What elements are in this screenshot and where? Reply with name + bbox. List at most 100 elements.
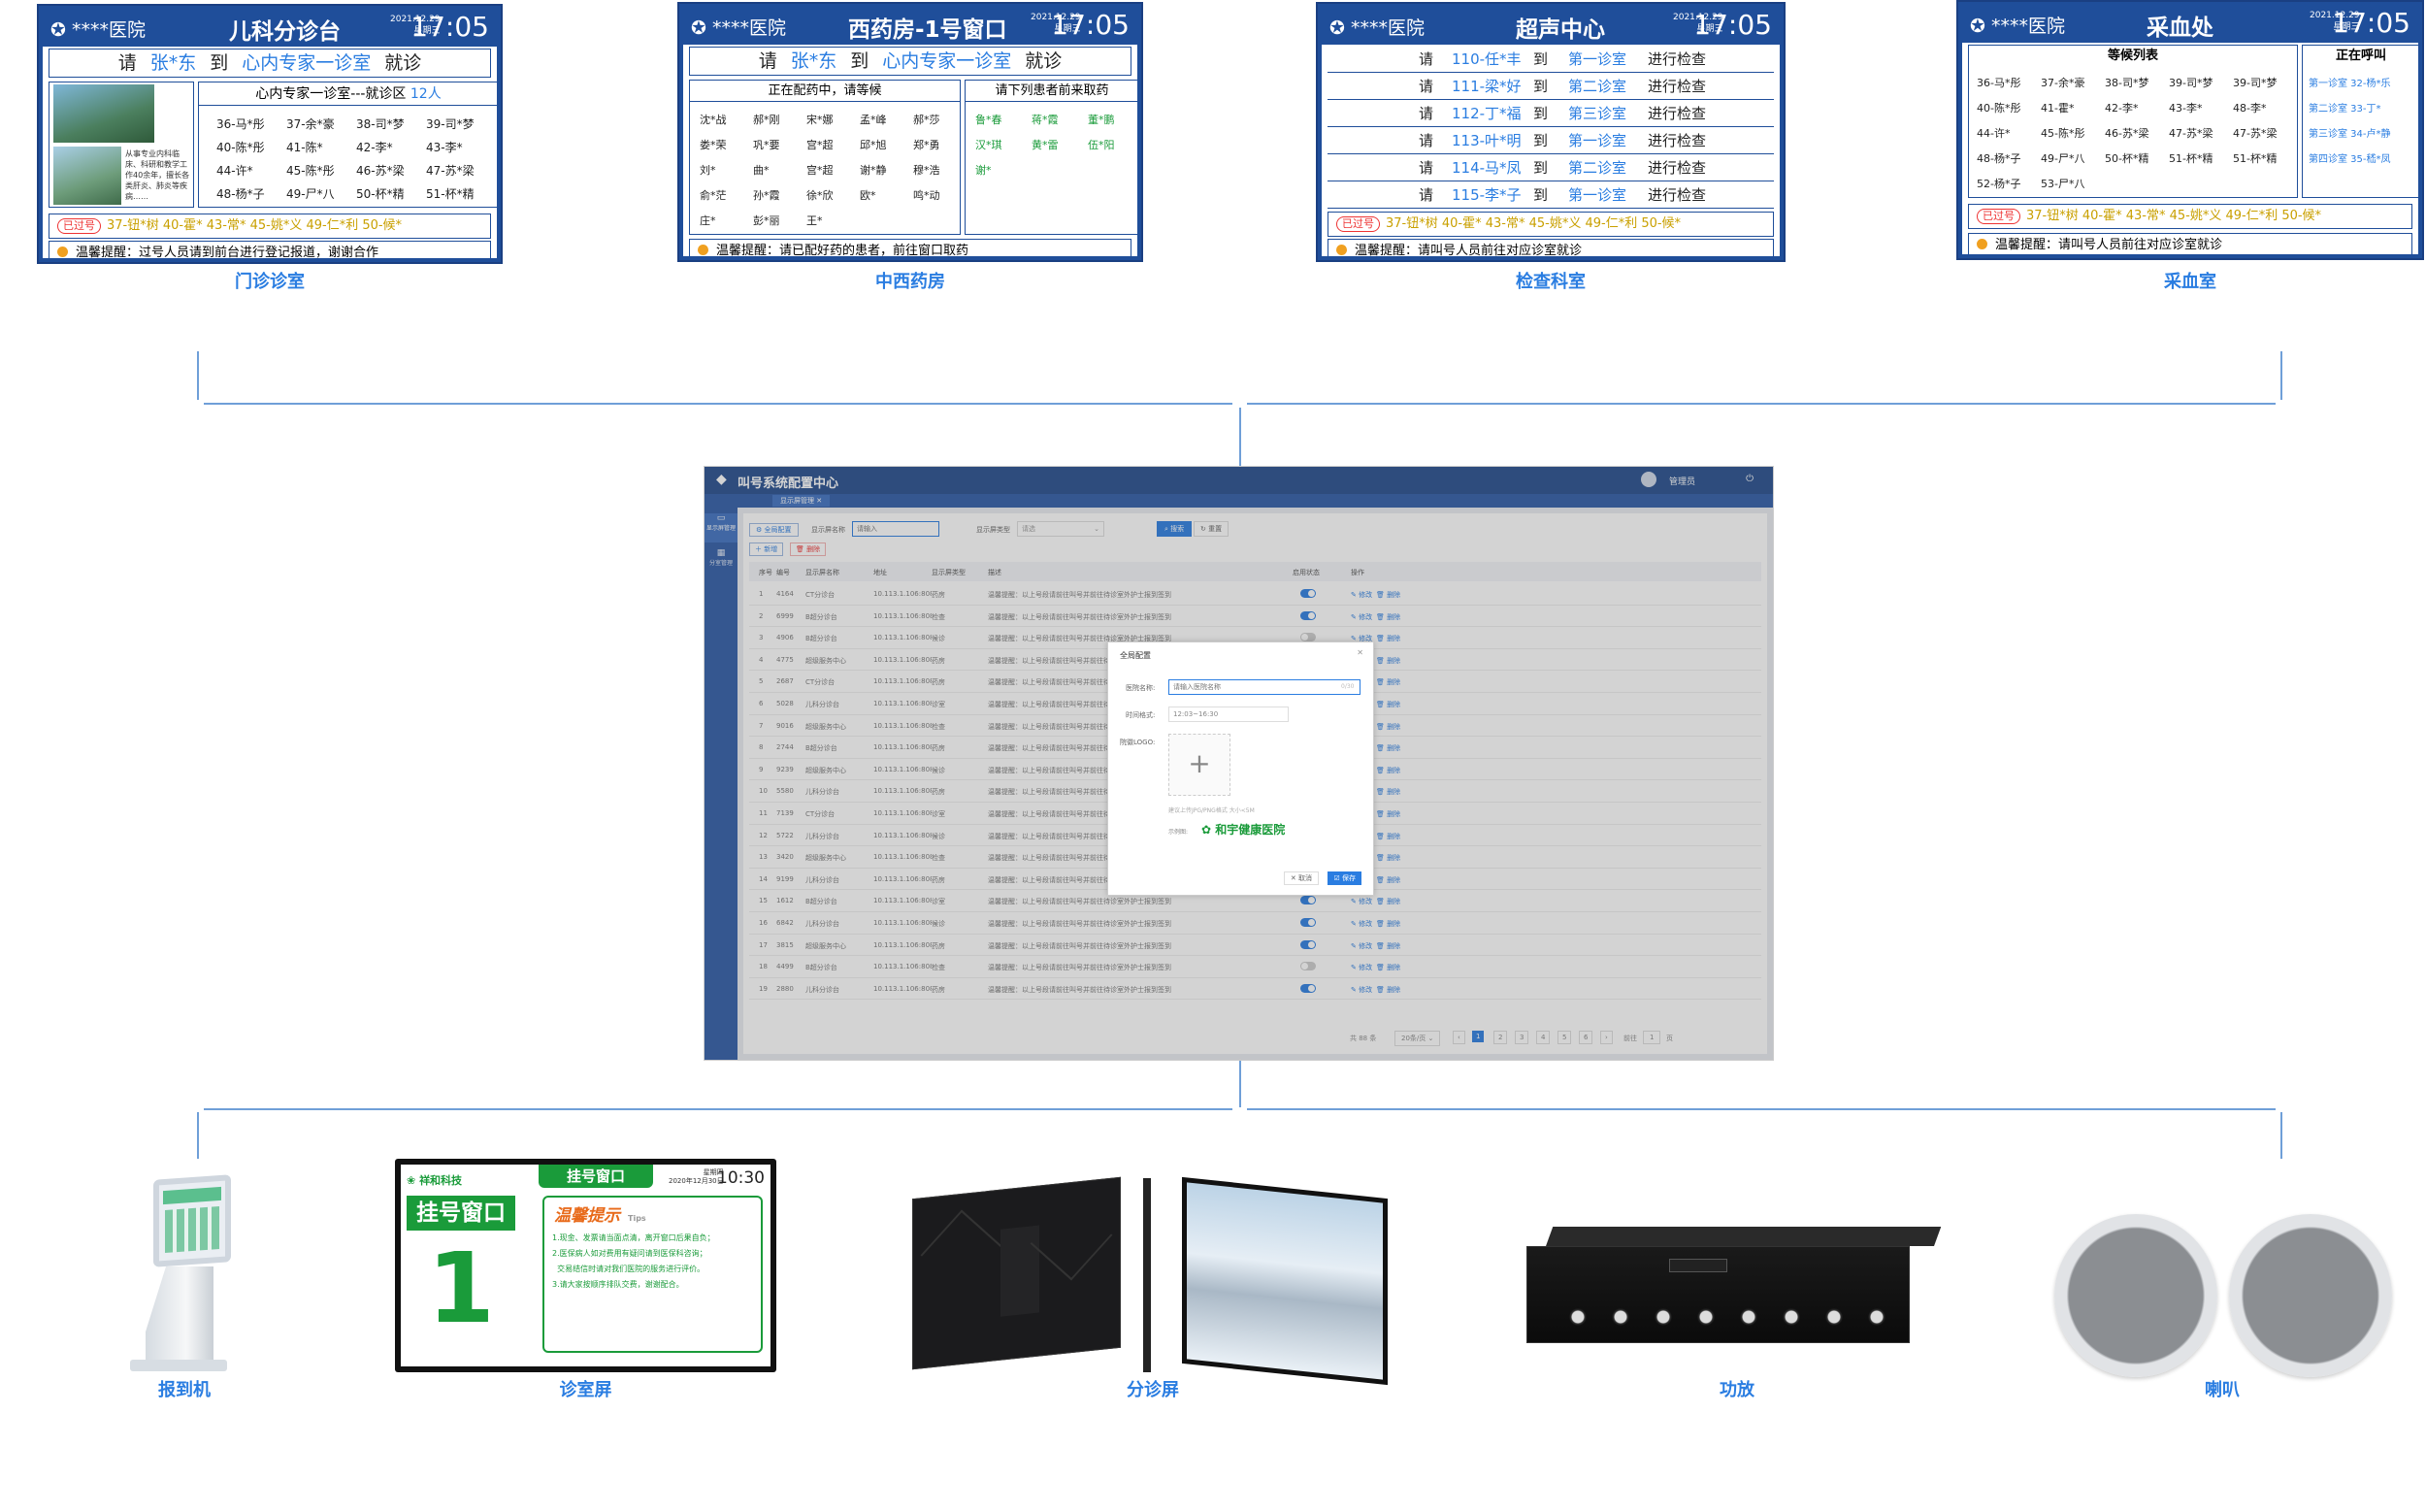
example-label: 示例图:: [1168, 829, 1189, 836]
hospital-name-input[interactable]: [1168, 679, 1361, 695]
exam-status: 进行检查: [1648, 186, 1707, 204]
device-label-kiosk: 报到机: [158, 1380, 211, 1400]
tips-tag: Tips: [628, 1214, 646, 1223]
dispensing-entry: 刘*: [700, 164, 716, 177]
logo-upload-box[interactable]: +: [1168, 734, 1230, 796]
ready-entry: 谢*: [975, 164, 992, 177]
dept-title: 采血处: [2147, 16, 2213, 41]
clock: 17:05: [410, 11, 489, 43]
example-logo: ✿ 和宇健康医院: [1201, 821, 1285, 838]
waiting-entry: 52-杨*子: [1977, 178, 2021, 190]
doctor-photo: [53, 147, 121, 205]
passed-list: 37-钮*树 40-霍* 43-常* 45-姚*义 49-仁*利 50-候*: [107, 218, 403, 233]
pharmacy-display-screen: ✪ ****医院 西药房-1号窗口 2021.12.29 星期三 17:05 请张…: [677, 2, 1143, 262]
call-suffix: 就诊: [1025, 50, 1063, 72]
doctor-card: 从事专业内科临床、科研和教学工作40余年，擅长各类肝炎、肺炎等疾病……: [49, 82, 194, 208]
dispensing-entry: 娄*荣: [700, 139, 727, 151]
logo-label: 院徽LOGO:: [1120, 739, 1156, 746]
global-config-modal: 全局配置 ✕ 医院名称: 0/30 时间格式: 12:03~16:30 院徽LO…: [1107, 641, 1374, 896]
hospital-logo: ✪ ****医院: [1970, 12, 2065, 38]
waiting-entry: 39-司*梦: [2233, 77, 2278, 89]
patient-name: 112-丁*福: [1452, 105, 1522, 122]
calling-entry: 第四诊室 35-嵇*凤: [2309, 154, 2391, 165]
room-screen-title: 挂号窗口: [539, 1165, 653, 1188]
dispensing-entry: 郝*刚: [753, 114, 780, 126]
room-screen-date: 星期四 2020年12月30日: [669, 1168, 724, 1186]
save-button[interactable]: ☑ 保存: [1328, 871, 1361, 885]
exam-call-row: 请 113-叶*明到 第一诊室 进行检查: [1328, 128, 1774, 154]
queue-entry: 38-司*梦: [356, 117, 405, 131]
passed-list: 37-钮*树 40-霍* 43-常* 45-姚*义 49-仁*利 50-候*: [2026, 209, 2322, 223]
waiting-entry: 41-霍*: [2041, 102, 2075, 115]
dispensing-entry: 鸣*动: [913, 189, 940, 202]
call-mid: 到: [1533, 78, 1549, 95]
room-name: 第二诊室: [1568, 159, 1627, 177]
dispensing-entry: 巩*要: [753, 139, 780, 151]
call-suffix: 就诊: [384, 52, 422, 74]
call-mid: 到: [850, 50, 869, 72]
room-screen-clock: 10:30: [717, 1168, 765, 1188]
caption-exam: 检查科室: [1516, 272, 1586, 292]
hospital-icon: ✪: [691, 17, 706, 39]
waiting-entry: 45-陈*彤: [2041, 127, 2085, 140]
call-mid: 到: [1533, 186, 1549, 204]
screen-title-text: 挂号窗口: [566, 1167, 625, 1185]
room-name: 第一诊室: [1568, 186, 1627, 204]
close-icon[interactable]: ✕: [1357, 648, 1363, 657]
dispensing-entry: 彭*丽: [753, 214, 780, 227]
ready-title: 请下列患者前来取药: [966, 81, 1137, 102]
brand-leaf-icon: ❀: [407, 1174, 416, 1187]
ready-entry: 伍*阳: [1088, 139, 1115, 151]
hospital-name-label: 医院名称:: [1126, 684, 1156, 692]
call-prefix: 请: [1419, 159, 1434, 177]
dept-title: 儿科分诊台: [229, 19, 341, 45]
waiting-entry: 51-杯*精: [2169, 152, 2213, 165]
screen-back-view: [912, 1176, 1121, 1370]
amplifier-display: [1669, 1259, 1727, 1272]
room-screen-display: ❀ 祥和科技 挂号窗口 星期四 2020年12月30日 10:30 挂号窗口 1 …: [401, 1165, 770, 1366]
hospital-name: ****医院: [711, 17, 786, 39]
kiosk-base: [130, 1360, 227, 1371]
dispensing-entry: 宫*超: [806, 164, 834, 177]
caption-pharmacy: 中西药房: [875, 272, 945, 292]
waiting-entry: 38-司*梦: [2105, 77, 2149, 89]
dispensing-entry: 宫*超: [806, 139, 834, 151]
waiting-entry: 51-杯*精: [2233, 152, 2278, 165]
cancel-button[interactable]: ✕ 取消: [1283, 871, 1319, 885]
kiosk-screen: [153, 1174, 231, 1267]
time-format-input[interactable]: 12:03~16:30: [1168, 707, 1289, 722]
tip-line: 1.现金、发票请当面点清，离开窗口后果自负；: [552, 1233, 715, 1242]
building-photo: [53, 84, 154, 143]
dispensing-entry: 王*: [806, 214, 823, 227]
queue-count: 12人: [410, 86, 442, 102]
queue-entry: 40-陈*彤: [216, 141, 265, 154]
queue-entry: 47-苏*梁: [426, 164, 475, 178]
exam-status: 进行检查: [1648, 105, 1707, 122]
upload-hint: 建议上传JPG/PNG格式 大小<5M: [1168, 807, 1255, 814]
exam-display-screen: ✪ ****医院 超声中心 2021.12.29 星期三 17:05 请 110-任…: [1316, 2, 1786, 262]
dispensing-entry: 邱*旭: [860, 139, 887, 151]
tip-bar: 温馨提醒：请已配好药的患者，前往窗口取药: [689, 239, 1131, 256]
hospital-logo: ✪ ****医院: [1329, 14, 1425, 40]
clock: 17:05: [1693, 9, 1772, 41]
tips-heading: 温馨提示 Tips: [554, 1201, 646, 1226]
waiting-area: 等候列表 36-马*彤 37-余*豪 38-司*梦 39-司*梦 39-司*梦 40-陈*…: [1968, 45, 2298, 198]
waiting-entry: 53-尸*八: [2041, 178, 2085, 190]
room-name: 第二诊室: [1568, 78, 1627, 95]
queue-entry: 44-许*: [216, 164, 253, 178]
exam-call-row: 请 115-李*子到 第一诊室 进行检查: [1328, 182, 1774, 209]
tip-text: 温馨提醒：请已配好药的患者，前往窗口取药: [716, 244, 969, 256]
window-label: 挂号窗口: [407, 1196, 515, 1231]
queue-entry: 43-李*: [426, 141, 463, 154]
warning-icon: [57, 247, 68, 257]
queue-entry: 36-马*彤: [216, 117, 265, 131]
clock: 17:05: [1051, 9, 1130, 41]
waiting-entry: 42-李*: [2105, 102, 2139, 115]
call-prefix: 请: [1419, 78, 1434, 95]
queue-area: 心内专家一诊室---就诊区 12人 36-马*彤 37-余*豪 38-司*梦 39-司…: [198, 82, 497, 208]
amplifier-knobs: [1566, 1305, 1906, 1329]
tip-line: 3.请大家按顺序排队交费，谢谢配合。: [552, 1280, 684, 1289]
screen-side-view: [1143, 1178, 1151, 1372]
room-screen-brand: ❀ 祥和科技: [407, 1172, 462, 1188]
screen-header: ✪ ****医院 超声中心 2021.12.29 星期三 17:05: [1322, 8, 1780, 45]
